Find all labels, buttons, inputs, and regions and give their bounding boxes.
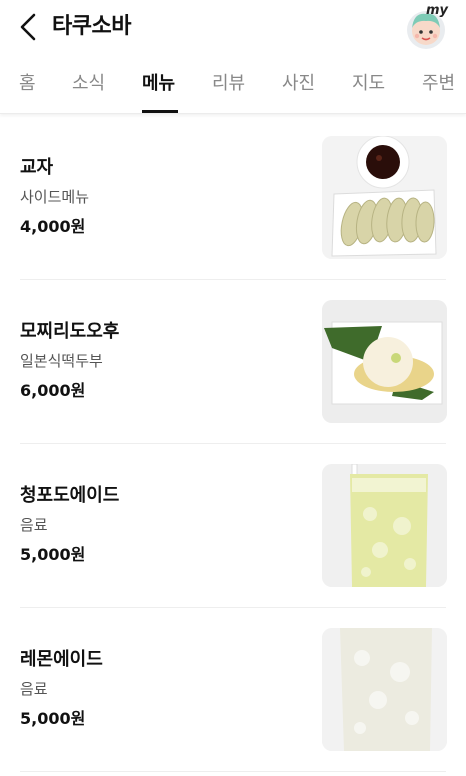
menu-item-name: 교자 <box>20 157 54 178</box>
menu-item-desc: 일본식떡두부 <box>20 352 103 370</box>
green-grape-ade-photo <box>322 464 447 587</box>
menu-item-name: 청포도에이드 <box>20 485 120 506</box>
back-button[interactable] <box>12 10 44 44</box>
chevron-left-icon <box>20 13 36 41</box>
menu-item[interactable]: 모찌리도오후 일본식떡두부 6,000원 <box>0 280 466 444</box>
tab-reviews[interactable]: 리뷰 <box>212 72 245 96</box>
tab-map[interactable]: 지도 <box>352 72 385 96</box>
app-header: 타쿠소바 my <box>0 0 466 56</box>
mochi-tofu-photo <box>322 300 447 423</box>
divider <box>20 771 446 772</box>
my-label: my <box>425 3 448 18</box>
menu-item[interactable]: 교자 사이드메뉴 4,000원 <box>0 116 466 280</box>
my-profile-button[interactable]: my <box>404 3 448 50</box>
menu-item-price: 5,000원 <box>20 545 86 564</box>
menu-item-name: 모찌리도오후 <box>20 321 120 342</box>
tab-menu[interactable]: 메뉴 <box>142 72 175 96</box>
menu-item-price: 5,000원 <box>20 709 86 728</box>
tab-bar: 홈 소식 메뉴 리뷰 사진 지도 주변 <box>0 64 466 114</box>
lemonade-photo <box>322 628 447 751</box>
menu-item-desc: 사이드메뉴 <box>20 188 90 206</box>
menu-item[interactable]: 청포도에이드 음료 5,000원 <box>0 444 466 608</box>
menu-item-name: 레몬에이드 <box>20 649 103 670</box>
tab-photos[interactable]: 사진 <box>282 72 315 96</box>
dumpling-photo <box>322 136 447 259</box>
menu-item-price: 6,000원 <box>20 381 86 400</box>
active-tab-indicator <box>142 110 178 113</box>
tab-news[interactable]: 소식 <box>72 72 105 96</box>
menu-item-desc: 음료 <box>20 680 48 698</box>
menu-item-desc: 음료 <box>20 516 48 534</box>
menu-item[interactable]: 레몬에이드 음료 5,000원 <box>0 608 466 772</box>
menu-item-price: 4,000원 <box>20 217 86 236</box>
tab-nearby[interactable]: 주변 <box>422 72 455 96</box>
tab-home[interactable]: 홈 <box>19 72 36 96</box>
page-title: 타쿠소바 <box>52 14 131 39</box>
